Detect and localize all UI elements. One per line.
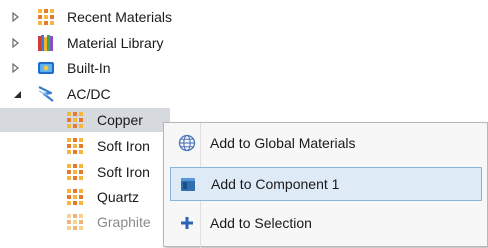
tree-item-quartz[interactable]: Quartz <box>0 185 170 209</box>
tree-item-recent-materials[interactable]: Recent Materials <box>0 5 488 29</box>
material-grid-icon <box>37 8 55 26</box>
expand-arrow-icon[interactable] <box>11 63 21 73</box>
tree-item-graphite[interactable]: Graphite <box>0 210 170 234</box>
material-grid-icon <box>66 163 84 181</box>
tree-item-label: Recent Materials <box>67 9 173 25</box>
menu-item-add-to-selection[interactable]: Add to Selection <box>170 207 482 241</box>
tree-item-label: AC/DC <box>67 86 111 102</box>
library-books-icon <box>38 35 53 51</box>
material-grid-icon <box>66 111 84 129</box>
material-grid-icon <box>66 213 84 231</box>
expand-arrow-icon[interactable] <box>11 12 21 22</box>
tree-item-label: Copper <box>97 112 143 128</box>
tree-item-label: Soft Iron <box>97 164 150 180</box>
collapse-arrow-icon[interactable] <box>12 89 22 99</box>
globe-icon <box>178 134 196 152</box>
tree-item-label: Quartz <box>97 189 140 205</box>
tree-item-acdc[interactable]: AC/DC <box>0 82 488 106</box>
tree-item-soft-iron[interactable]: Soft Iron <box>0 160 170 184</box>
menu-item-label: Add to Component 1 <box>211 176 340 192</box>
built-in-folder-icon <box>38 62 54 74</box>
plus-icon <box>181 217 193 229</box>
menu-item-label: Add to Global Materials <box>210 135 356 151</box>
context-menu: Add to Global Materials Add to Component… <box>163 122 488 248</box>
tree-item-soft-iron[interactable]: Soft Iron <box>0 134 170 158</box>
tree-item-label: Soft Iron <box>97 138 150 154</box>
tree-item-material-library[interactable]: Material Library <box>0 31 488 55</box>
tree-item-label: Built-In <box>67 60 111 76</box>
menu-item-add-to-component[interactable]: Add to Component 1 <box>170 167 482 201</box>
tree-item-label: Graphite <box>97 214 151 230</box>
material-grid-icon <box>66 137 84 155</box>
tree-item-copper[interactable]: Copper <box>0 108 170 132</box>
component-box-icon <box>181 178 195 191</box>
acdc-lightning-icon <box>38 86 54 102</box>
menu-item-add-to-global-materials[interactable]: Add to Global Materials <box>170 127 482 161</box>
material-grid-icon <box>66 188 84 206</box>
tree-item-built-in[interactable]: Built-In <box>0 56 488 80</box>
expand-arrow-icon[interactable] <box>11 38 21 48</box>
tree-item-label: Material Library <box>67 35 164 51</box>
menu-item-label: Add to Selection <box>210 215 312 231</box>
